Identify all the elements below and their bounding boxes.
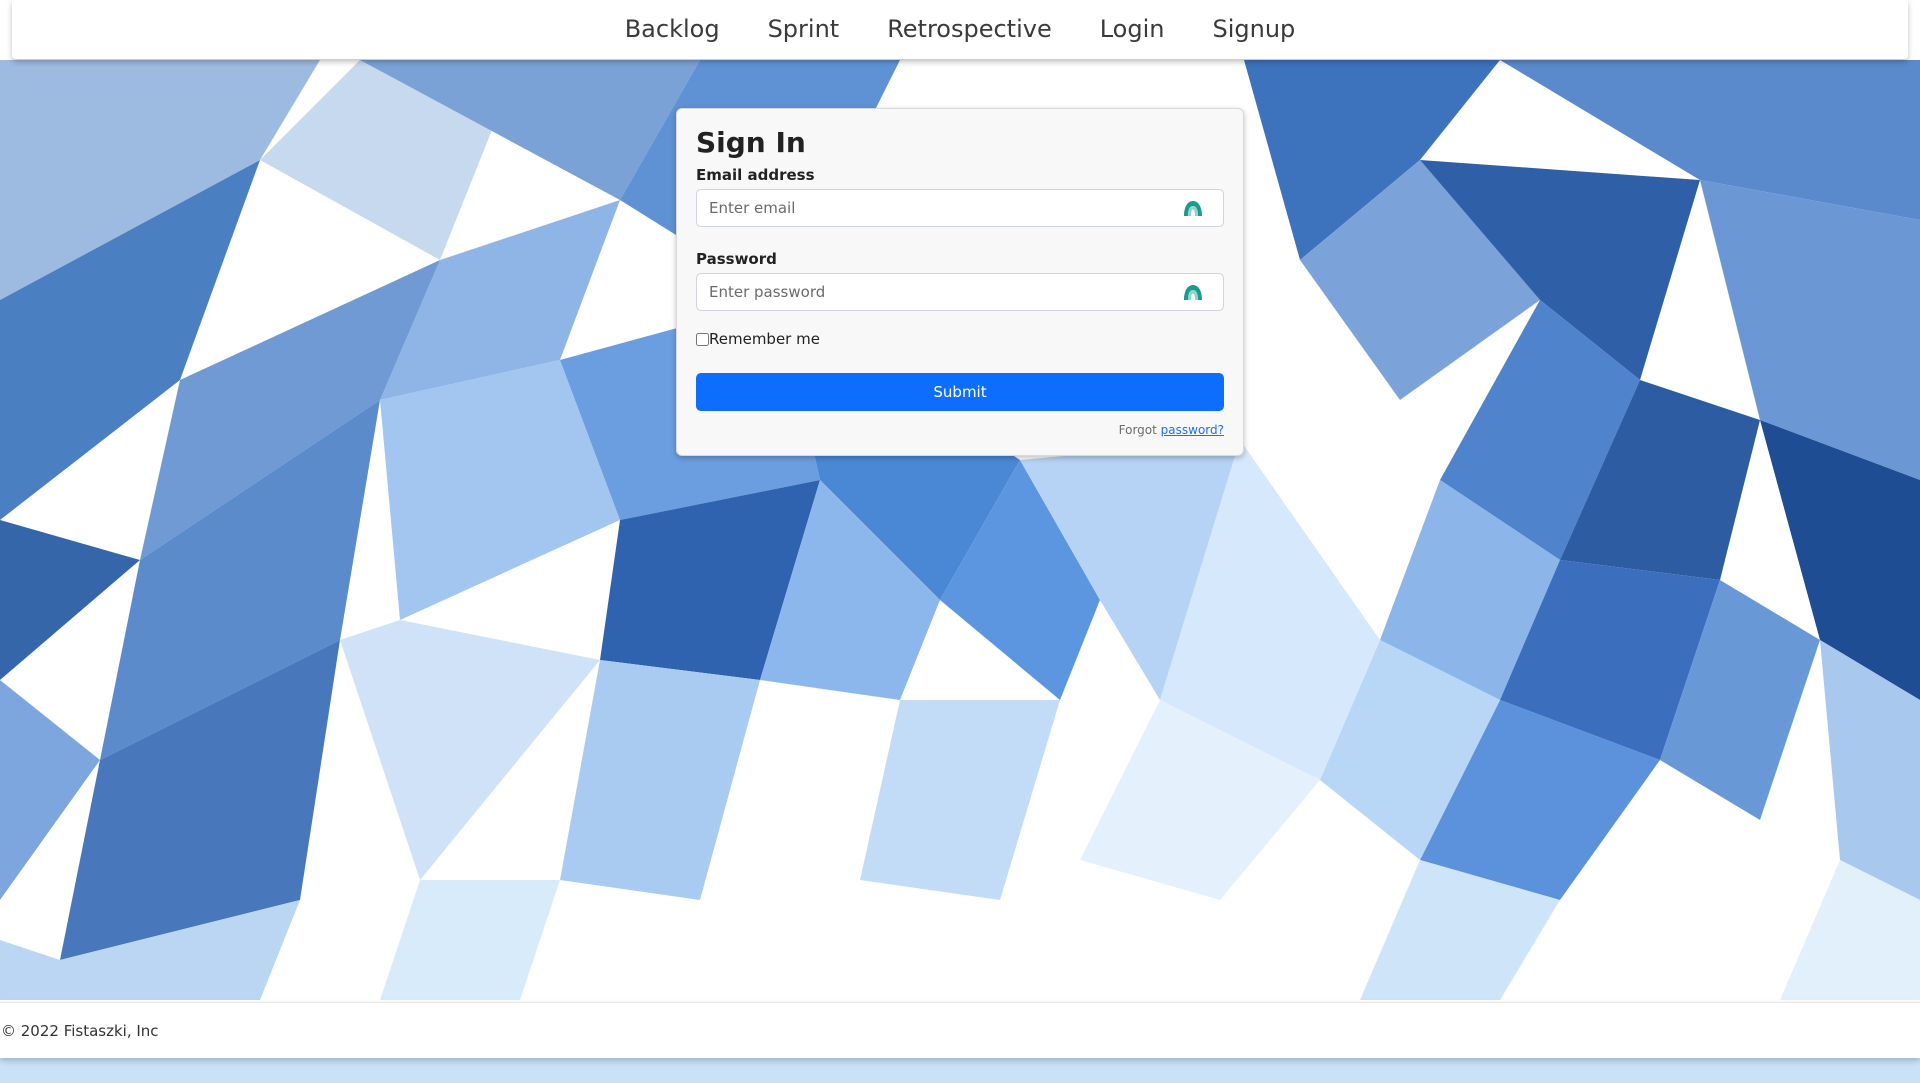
remember-checkbox[interactable]: [696, 332, 709, 346]
nav-link-retrospective[interactable]: Retrospective: [863, 0, 1076, 59]
email-label: Email address: [696, 166, 815, 184]
password-manager-icon[interactable]: [1182, 282, 1204, 302]
top-navbar: Backlog Sprint Retrospective Login Signu…: [12, 0, 1908, 59]
email-field-wrapper: [696, 189, 1224, 227]
forgot-password-link[interactable]: password?: [1161, 423, 1224, 437]
nav-link-backlog[interactable]: Backlog: [601, 0, 744, 59]
nav-link-signup[interactable]: Signup: [1188, 0, 1319, 59]
forgot-prefix: Forgot: [1118, 423, 1161, 437]
password-label: Password: [696, 250, 777, 268]
submit-button[interactable]: Submit: [696, 373, 1224, 411]
forgot-password-row: Forgot password?: [696, 423, 1224, 437]
signin-card: Sign In Email address Password Remember …: [676, 108, 1244, 456]
copyright-text: © 2022 Fistaszki, Inc: [1, 1021, 159, 1040]
signin-title: Sign In: [696, 126, 806, 159]
password-manager-icon[interactable]: [1182, 198, 1204, 218]
password-field-wrapper: [696, 273, 1224, 311]
remember-row: Remember me: [696, 329, 1224, 349]
nav-link-sprint[interactable]: Sprint: [744, 0, 864, 59]
nav-links: Backlog Sprint Retrospective Login Signu…: [601, 0, 1320, 59]
password-input[interactable]: [696, 273, 1224, 311]
remember-label[interactable]: Remember me: [709, 330, 820, 348]
nav-link-login[interactable]: Login: [1076, 0, 1189, 59]
footer: © 2022 Fistaszki, Inc: [0, 1002, 1920, 1058]
email-input[interactable]: [696, 189, 1224, 227]
